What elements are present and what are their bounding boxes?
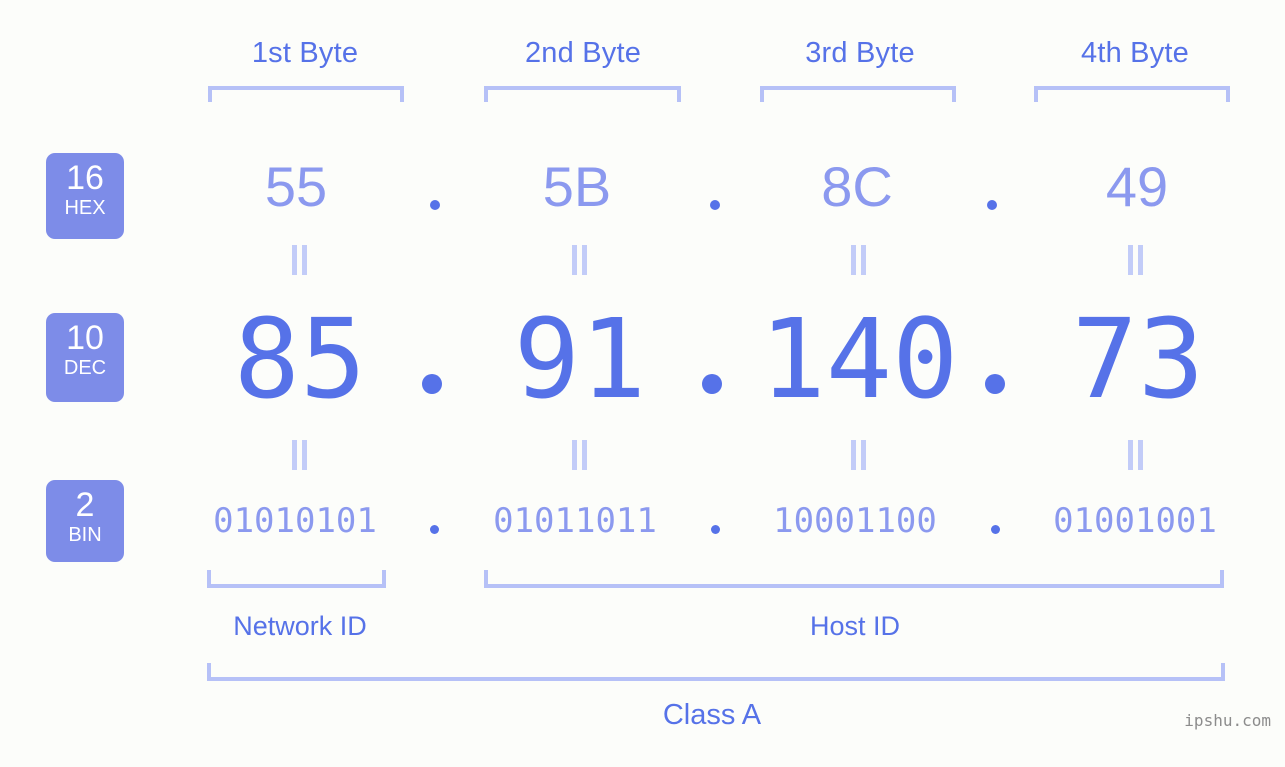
byte-header-1: 1st Byte [251,37,359,69]
base-badge-hex: 16 HEX [46,153,124,239]
host-id-bracket [484,570,1224,588]
byte-header-4: 4th Byte [1081,37,1189,69]
dec-value-byte-4: 73 [1071,295,1205,423]
base-badge-hex-number: 16 [66,159,104,197]
hex-separator-dot-3 [987,200,997,210]
base-badge-dec: 10 DEC [46,313,124,402]
byte-header-2: 2nd Byte [524,37,642,69]
bin-value-byte-4: 01001001 [1053,501,1217,541]
equals-icon-dec-bin-2 [572,440,588,470]
bin-value-byte-1: 01010101 [213,501,377,541]
bin-value-byte-2: 01011011 [493,501,657,541]
dec-value-byte-3: 140 [759,295,959,423]
network-id-bracket [207,570,386,588]
host-id-label: Host ID [809,611,901,641]
base-badge-dec-abbr: DEC [63,357,107,379]
hex-value-byte-1: 55 [264,155,328,218]
byte-header-3: 3rd Byte [805,37,915,69]
equals-icon-dec-bin-4 [1128,440,1144,470]
base-badge-dec-number: 10 [66,319,104,357]
network-id-label: Network ID [233,611,367,641]
bin-value-byte-3: 10001100 [773,501,937,541]
byte-bracket-3 [760,86,956,102]
base-badge-bin-number: 2 [75,486,95,524]
class-bracket [207,663,1225,681]
bin-separator-dot-1 [430,525,439,534]
dec-separator-dot-1 [422,374,442,394]
equals-icon-hex-dec-2 [572,245,588,275]
equals-icon-hex-dec-4 [1128,245,1144,275]
dec-separator-dot-2 [702,374,722,394]
base-badge-bin: 2 BIN [46,480,124,562]
byte-bracket-4 [1034,86,1230,102]
site-watermark: ipshu.com [1184,711,1271,730]
hex-separator-dot-1 [430,200,440,210]
hex-value-byte-2: 5B [542,155,612,218]
dec-value-byte-2: 91 [513,295,647,423]
base-badge-hex-abbr: HEX [64,197,106,219]
class-label: Class A [662,699,762,731]
dec-value-byte-1: 85 [233,295,367,423]
base-badge-bin-abbr: BIN [68,524,102,546]
hex-separator-dot-2 [710,200,720,210]
equals-icon-hex-dec-3 [851,245,867,275]
dec-separator-dot-3 [985,374,1005,394]
bin-separator-dot-3 [991,525,1000,534]
hex-value-byte-4: 49 [1105,155,1169,218]
equals-icon-dec-bin-3 [851,440,867,470]
byte-bracket-2 [484,86,681,102]
bin-separator-dot-2 [711,525,720,534]
equals-icon-dec-bin-1 [292,440,308,470]
hex-value-byte-3: 8C [821,155,893,218]
equals-icon-hex-dec-1 [292,245,308,275]
byte-bracket-1 [208,86,404,102]
ip-byte-breakdown-diagram: 1st Byte 2nd Byte 3rd Byte 4th Byte 16 H… [0,0,1285,767]
